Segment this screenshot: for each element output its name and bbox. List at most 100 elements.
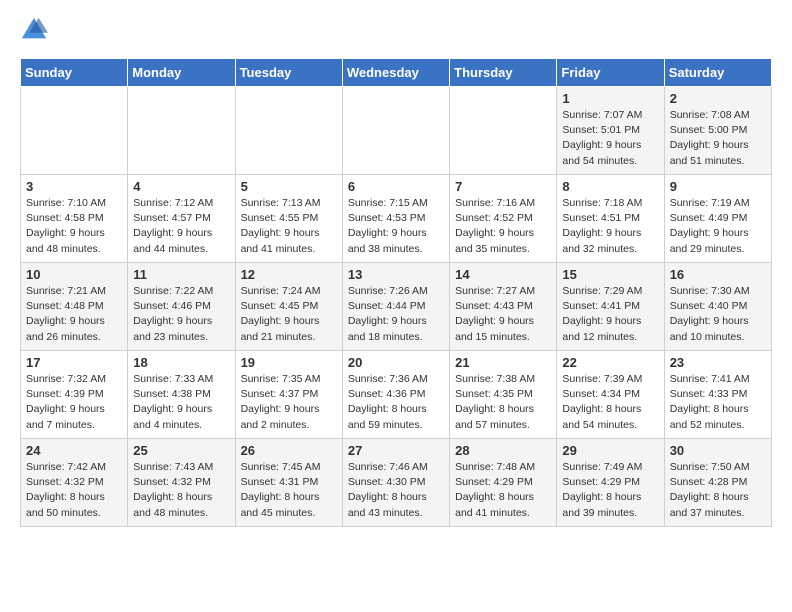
col-header-thursday: Thursday — [450, 59, 557, 87]
day-cell: 9 Sunrise: 7:19 AM Sunset: 4:49 PM Daylig… — [664, 175, 771, 263]
day-number: 6 — [348, 179, 444, 194]
day-cell — [450, 87, 557, 175]
day-info: Sunrise: 7:39 AM Sunset: 4:34 PM Dayligh… — [562, 372, 658, 433]
day-info: Sunrise: 7:50 AM Sunset: 4:28 PM Dayligh… — [670, 460, 766, 521]
day-info: Sunrise: 7:24 AM Sunset: 4:45 PM Dayligh… — [241, 284, 337, 345]
day-info: Sunrise: 7:27 AM Sunset: 4:43 PM Dayligh… — [455, 284, 551, 345]
day-number: 3 — [26, 179, 122, 194]
day-number: 21 — [455, 355, 551, 370]
week-row-3: 10 Sunrise: 7:21 AM Sunset: 4:48 PM Dayli… — [21, 263, 772, 351]
day-cell: 8 Sunrise: 7:18 AM Sunset: 4:51 PM Daylig… — [557, 175, 664, 263]
day-cell: 12 Sunrise: 7:24 AM Sunset: 4:45 PM Dayli… — [235, 263, 342, 351]
day-info: Sunrise: 7:41 AM Sunset: 4:33 PM Dayligh… — [670, 372, 766, 433]
week-row-1: 1Sunrise: 7:07 AM Sunset: 5:01 PM Daylig… — [21, 87, 772, 175]
day-info: Sunrise: 7:48 AM Sunset: 4:29 PM Dayligh… — [455, 460, 551, 521]
day-info: Sunrise: 7:13 AM Sunset: 4:55 PM Dayligh… — [241, 196, 337, 257]
day-cell: 3 Sunrise: 7:10 AM Sunset: 4:58 PM Daylig… — [21, 175, 128, 263]
day-info: Sunrise: 7:33 AM Sunset: 4:38 PM Dayligh… — [133, 372, 229, 433]
day-cell: 22 Sunrise: 7:39 AM Sunset: 4:34 PM Dayli… — [557, 351, 664, 439]
day-cell — [128, 87, 235, 175]
day-info: Sunrise: 7:15 AM Sunset: 4:53 PM Dayligh… — [348, 196, 444, 257]
day-number: 23 — [670, 355, 766, 370]
day-info: Sunrise: 7:42 AM Sunset: 4:32 PM Dayligh… — [26, 460, 122, 521]
day-info: Sunrise: 7:38 AM Sunset: 4:35 PM Dayligh… — [455, 372, 551, 433]
day-info: Sunrise: 7:10 AM Sunset: 4:58 PM Dayligh… — [26, 196, 122, 257]
day-info: Sunrise: 7:35 AM Sunset: 4:37 PM Dayligh… — [241, 372, 337, 433]
day-cell: 13 Sunrise: 7:26 AM Sunset: 4:44 PM Dayli… — [342, 263, 449, 351]
day-cell: 1Sunrise: 7:07 AM Sunset: 5:01 PM Daylig… — [557, 87, 664, 175]
day-info: Sunrise: 7:29 AM Sunset: 4:41 PM Dayligh… — [562, 284, 658, 345]
day-cell: 25Sunrise: 7:43 AM Sunset: 4:32 PM Dayli… — [128, 439, 235, 527]
day-info: Sunrise: 7:49 AM Sunset: 4:29 PM Dayligh… — [562, 460, 658, 521]
col-header-saturday: Saturday — [664, 59, 771, 87]
day-number: 13 — [348, 267, 444, 282]
day-number: 11 — [133, 267, 229, 282]
day-cell: 2 Sunrise: 7:08 AM Sunset: 5:00 PM Daylig… — [664, 87, 771, 175]
day-number: 20 — [348, 355, 444, 370]
calendar-table: SundayMondayTuesdayWednesdayThursdayFrid… — [20, 58, 772, 527]
day-number: 24 — [26, 443, 122, 458]
week-row-2: 3 Sunrise: 7:10 AM Sunset: 4:58 PM Daylig… — [21, 175, 772, 263]
day-number: 29 — [562, 443, 658, 458]
day-cell: 17Sunrise: 7:32 AM Sunset: 4:39 PM Dayli… — [21, 351, 128, 439]
day-info: Sunrise: 7:32 AM Sunset: 4:39 PM Dayligh… — [26, 372, 122, 433]
day-number: 30 — [670, 443, 766, 458]
day-cell: 15 Sunrise: 7:29 AM Sunset: 4:41 PM Dayli… — [557, 263, 664, 351]
logo — [20, 16, 52, 44]
col-header-wednesday: Wednesday — [342, 59, 449, 87]
day-number: 26 — [241, 443, 337, 458]
day-info: Sunrise: 7:08 AM Sunset: 5:00 PM Dayligh… — [670, 108, 766, 169]
day-cell: 19 Sunrise: 7:35 AM Sunset: 4:37 PM Dayli… — [235, 351, 342, 439]
day-info: Sunrise: 7:45 AM Sunset: 4:31 PM Dayligh… — [241, 460, 337, 521]
day-number: 28 — [455, 443, 551, 458]
day-cell: 26 Sunrise: 7:45 AM Sunset: 4:31 PM Dayli… — [235, 439, 342, 527]
day-info: Sunrise: 7:19 AM Sunset: 4:49 PM Dayligh… — [670, 196, 766, 257]
day-number: 27 — [348, 443, 444, 458]
day-number: 8 — [562, 179, 658, 194]
day-cell — [342, 87, 449, 175]
col-header-sunday: Sunday — [21, 59, 128, 87]
col-header-tuesday: Tuesday — [235, 59, 342, 87]
day-info: Sunrise: 7:26 AM Sunset: 4:44 PM Dayligh… — [348, 284, 444, 345]
day-cell: 24 Sunrise: 7:42 AM Sunset: 4:32 PM Dayli… — [21, 439, 128, 527]
day-number: 18 — [133, 355, 229, 370]
day-cell: 21 Sunrise: 7:38 AM Sunset: 4:35 PM Dayli… — [450, 351, 557, 439]
day-cell: 18 Sunrise: 7:33 AM Sunset: 4:38 PM Dayli… — [128, 351, 235, 439]
day-number: 9 — [670, 179, 766, 194]
day-number: 16 — [670, 267, 766, 282]
day-cell — [21, 87, 128, 175]
day-info: Sunrise: 7:12 AM Sunset: 4:57 PM Dayligh… — [133, 196, 229, 257]
day-number: 19 — [241, 355, 337, 370]
day-number: 15 — [562, 267, 658, 282]
day-info: Sunrise: 7:18 AM Sunset: 4:51 PM Dayligh… — [562, 196, 658, 257]
day-cell: 30 Sunrise: 7:50 AM Sunset: 4:28 PM Dayli… — [664, 439, 771, 527]
day-number: 12 — [241, 267, 337, 282]
logo-icon — [20, 16, 48, 44]
header — [20, 16, 772, 44]
day-number: 4 — [133, 179, 229, 194]
day-number: 22 — [562, 355, 658, 370]
day-info: Sunrise: 7:43 AM Sunset: 4:32 PM Dayligh… — [133, 460, 229, 521]
day-number: 5 — [241, 179, 337, 194]
day-cell: 27 Sunrise: 7:46 AM Sunset: 4:30 PM Dayli… — [342, 439, 449, 527]
day-cell: 10 Sunrise: 7:21 AM Sunset: 4:48 PM Dayli… — [21, 263, 128, 351]
day-number: 10 — [26, 267, 122, 282]
day-cell: 16Sunrise: 7:30 AM Sunset: 4:40 PM Dayli… — [664, 263, 771, 351]
day-info: Sunrise: 7:36 AM Sunset: 4:36 PM Dayligh… — [348, 372, 444, 433]
header-row: SundayMondayTuesdayWednesdayThursdayFrid… — [21, 59, 772, 87]
day-info: Sunrise: 7:46 AM Sunset: 4:30 PM Dayligh… — [348, 460, 444, 521]
day-number: 2 — [670, 91, 766, 106]
col-header-friday: Friday — [557, 59, 664, 87]
day-cell: 28 Sunrise: 7:48 AM Sunset: 4:29 PM Dayli… — [450, 439, 557, 527]
day-info: Sunrise: 7:16 AM Sunset: 4:52 PM Dayligh… — [455, 196, 551, 257]
week-row-5: 24 Sunrise: 7:42 AM Sunset: 4:32 PM Dayli… — [21, 439, 772, 527]
day-cell — [235, 87, 342, 175]
day-cell: 11 Sunrise: 7:22 AM Sunset: 4:46 PM Dayli… — [128, 263, 235, 351]
day-info: Sunrise: 7:22 AM Sunset: 4:46 PM Dayligh… — [133, 284, 229, 345]
day-info: Sunrise: 7:07 AM Sunset: 5:01 PM Dayligh… — [562, 108, 658, 169]
page: SundayMondayTuesdayWednesdayThursdayFrid… — [0, 0, 792, 543]
day-number: 14 — [455, 267, 551, 282]
day-cell: 14 Sunrise: 7:27 AM Sunset: 4:43 PM Dayli… — [450, 263, 557, 351]
day-cell: 5 Sunrise: 7:13 AM Sunset: 4:55 PM Daylig… — [235, 175, 342, 263]
day-info: Sunrise: 7:21 AM Sunset: 4:48 PM Dayligh… — [26, 284, 122, 345]
